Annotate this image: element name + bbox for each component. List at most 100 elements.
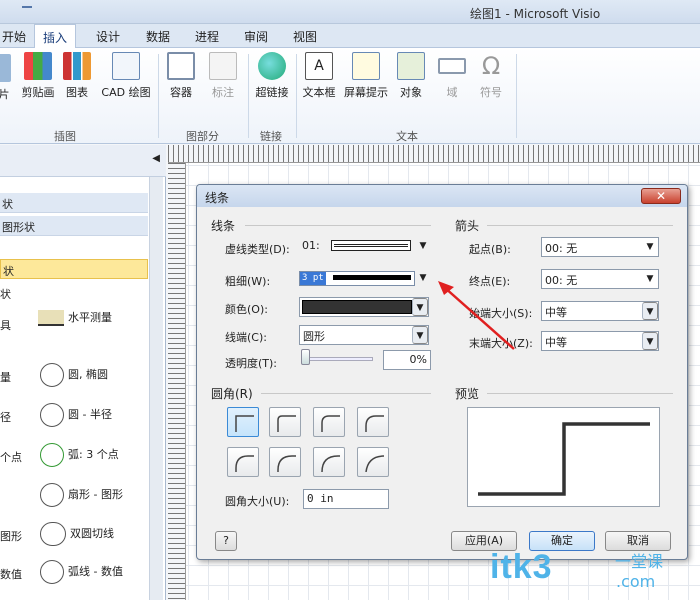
field-button[interactable]: 域	[438, 52, 466, 100]
corner-option-0[interactable]	[227, 407, 259, 437]
chevron-down-icon: ▼	[646, 274, 654, 284]
quick-access-icon[interactable]	[22, 6, 32, 16]
color-select[interactable]: ▼	[299, 297, 429, 317]
dialog-title: 线条	[205, 191, 230, 205]
corner-option-3[interactable]	[357, 407, 389, 437]
watermark-domain: .com	[616, 572, 656, 591]
scrollbar[interactable]	[149, 287, 163, 600]
group-illustrations: 插图	[54, 130, 76, 143]
corner-option-2[interactable]	[313, 407, 345, 437]
shape-item[interactable]: 圆 - 半径	[40, 403, 112, 427]
corner-option-4[interactable]	[227, 447, 259, 477]
title-bar: 绘图1 - Microsoft Visio	[0, 0, 700, 24]
shape-item[interactable]: 双圆切线	[40, 522, 114, 546]
clipart-icon	[24, 52, 52, 80]
line-dialog: 线条 ✕ 线条 虚线类型(D): 01: ▼ 粗细(W): 3 pt ▼ 颜色(…	[196, 184, 688, 560]
arrow-section-title: 箭头	[455, 219, 480, 233]
hyperlink-button[interactable]: 超链接	[252, 52, 292, 100]
chevron-down-icon: ▼	[419, 241, 427, 251]
callout-icon	[209, 52, 237, 80]
screentip-button[interactable]: 屏幕提示	[340, 52, 392, 100]
cad-drawing-button[interactable]: CAD 绘图	[98, 52, 154, 100]
clipart-button[interactable]: 剪贴画	[18, 52, 58, 100]
stencil-row[interactable]: 状	[0, 193, 148, 213]
cap-select[interactable]: 圆形 ▼	[299, 325, 429, 345]
divider	[487, 225, 673, 226]
tab-home[interactable]: 开始	[0, 28, 30, 45]
shape-item[interactable]: 数值	[0, 566, 22, 582]
tab-data[interactable]: 数据	[142, 28, 174, 45]
omega-icon: Ω	[481, 52, 501, 80]
picture-button[interactable]: 片	[0, 54, 14, 102]
ribbon-tabs: 开始 插入 设计 数据 进程 审阅 视图	[0, 24, 700, 49]
shape-item[interactable]: 水平测量	[38, 309, 112, 326]
textbox-icon: A	[305, 52, 333, 80]
shape-item[interactable]: 个点	[0, 449, 22, 465]
shape-item[interactable]: 圆, 椭圆	[40, 363, 108, 387]
group-diagram-parts: 图部分	[186, 130, 219, 143]
separator	[516, 54, 517, 138]
shapes-pane: ◀ 状 图形状 状 状 具 水平测量 量 圆, 椭圆 径 圆 - 半径 个点 弧…	[0, 145, 166, 600]
field-icon	[438, 58, 466, 74]
shape-item[interactable]: 弧: 3 个点	[40, 443, 119, 467]
shape-item[interactable]: 扇形 - 图形	[40, 483, 123, 507]
corner-option-7[interactable]	[357, 447, 389, 477]
container-button[interactable]: 容器	[164, 52, 198, 100]
chart-button[interactable]: 图表	[62, 52, 92, 100]
object-button[interactable]: 对象	[396, 52, 426, 100]
color-label: 颜色(O):	[225, 303, 268, 316]
end-arrow-select[interactable]: 00: 无 ▼	[541, 269, 659, 289]
preview-section-title: 预览	[455, 387, 480, 401]
dash-type-select[interactable]: 01: ▼	[299, 237, 431, 257]
tab-insert[interactable]: 插入	[34, 24, 77, 49]
shape-item[interactable]: 量	[0, 369, 11, 385]
chevron-down-icon: ▼	[646, 242, 654, 252]
chevron-down-icon: ▼	[642, 332, 658, 350]
color-swatch	[302, 300, 412, 314]
horizontal-ruler	[168, 145, 700, 163]
container-icon	[167, 52, 195, 80]
round-size-input[interactable]: 0 in	[303, 489, 389, 509]
shape-item[interactable]: 具	[0, 317, 11, 333]
tab-view[interactable]: 视图	[289, 28, 321, 45]
corner-option-1[interactable]	[269, 407, 301, 437]
close-button[interactable]: ✕	[641, 188, 681, 204]
dash-label: 虚线类型(D):	[225, 243, 290, 256]
section-label: 状	[0, 288, 11, 301]
stencil-row-selected[interactable]: 状	[0, 259, 148, 279]
tab-review[interactable]: 审阅	[240, 28, 272, 45]
shape-item[interactable]: 图形	[0, 528, 22, 544]
textbox-button[interactable]: A 文本框	[300, 52, 338, 100]
begin-size-select[interactable]: 中等 ▼	[541, 301, 659, 321]
group-links: 链接	[260, 130, 282, 143]
line-preview	[467, 407, 660, 507]
stencil-row[interactable]: 图形状	[0, 216, 148, 236]
weight-label: 粗细(W):	[225, 275, 271, 288]
corner-option-6[interactable]	[313, 447, 345, 477]
symbol-button[interactable]: Ω 符号	[476, 52, 506, 100]
help-button[interactable]: ?	[215, 531, 237, 551]
collapse-icon[interactable]: ◀	[152, 153, 160, 164]
cap-label: 线端(C):	[225, 331, 267, 344]
chevron-down-icon: ▼	[642, 302, 658, 320]
callout-button[interactable]: 标注	[206, 52, 240, 100]
tab-process[interactable]: 进程	[191, 28, 223, 45]
transparency-input[interactable]: 0%	[383, 350, 431, 370]
circle-icon	[40, 363, 64, 387]
scrollbar[interactable]	[149, 177, 163, 287]
picture-icon	[0, 54, 11, 82]
separator	[248, 54, 249, 138]
transparency-slider[interactable]	[303, 357, 373, 361]
circle-radius-icon	[40, 403, 64, 427]
corner-option-5[interactable]	[269, 447, 301, 477]
double-circle-icon	[40, 522, 66, 546]
tab-design[interactable]: 设计	[92, 28, 124, 45]
slider-thumb[interactable]	[301, 349, 310, 365]
weight-select[interactable]: 3 pt ▼	[299, 269, 431, 289]
shape-item[interactable]: 弧线 - 数值	[40, 560, 123, 584]
begin-arrow-select[interactable]: 00: 无 ▼	[541, 237, 659, 257]
shape-item[interactable]: 径	[0, 409, 11, 425]
shapes-pane-header: ◀	[0, 145, 166, 177]
end-size-select[interactable]: 中等 ▼	[541, 331, 659, 351]
line-section-title: 线条	[211, 219, 236, 233]
